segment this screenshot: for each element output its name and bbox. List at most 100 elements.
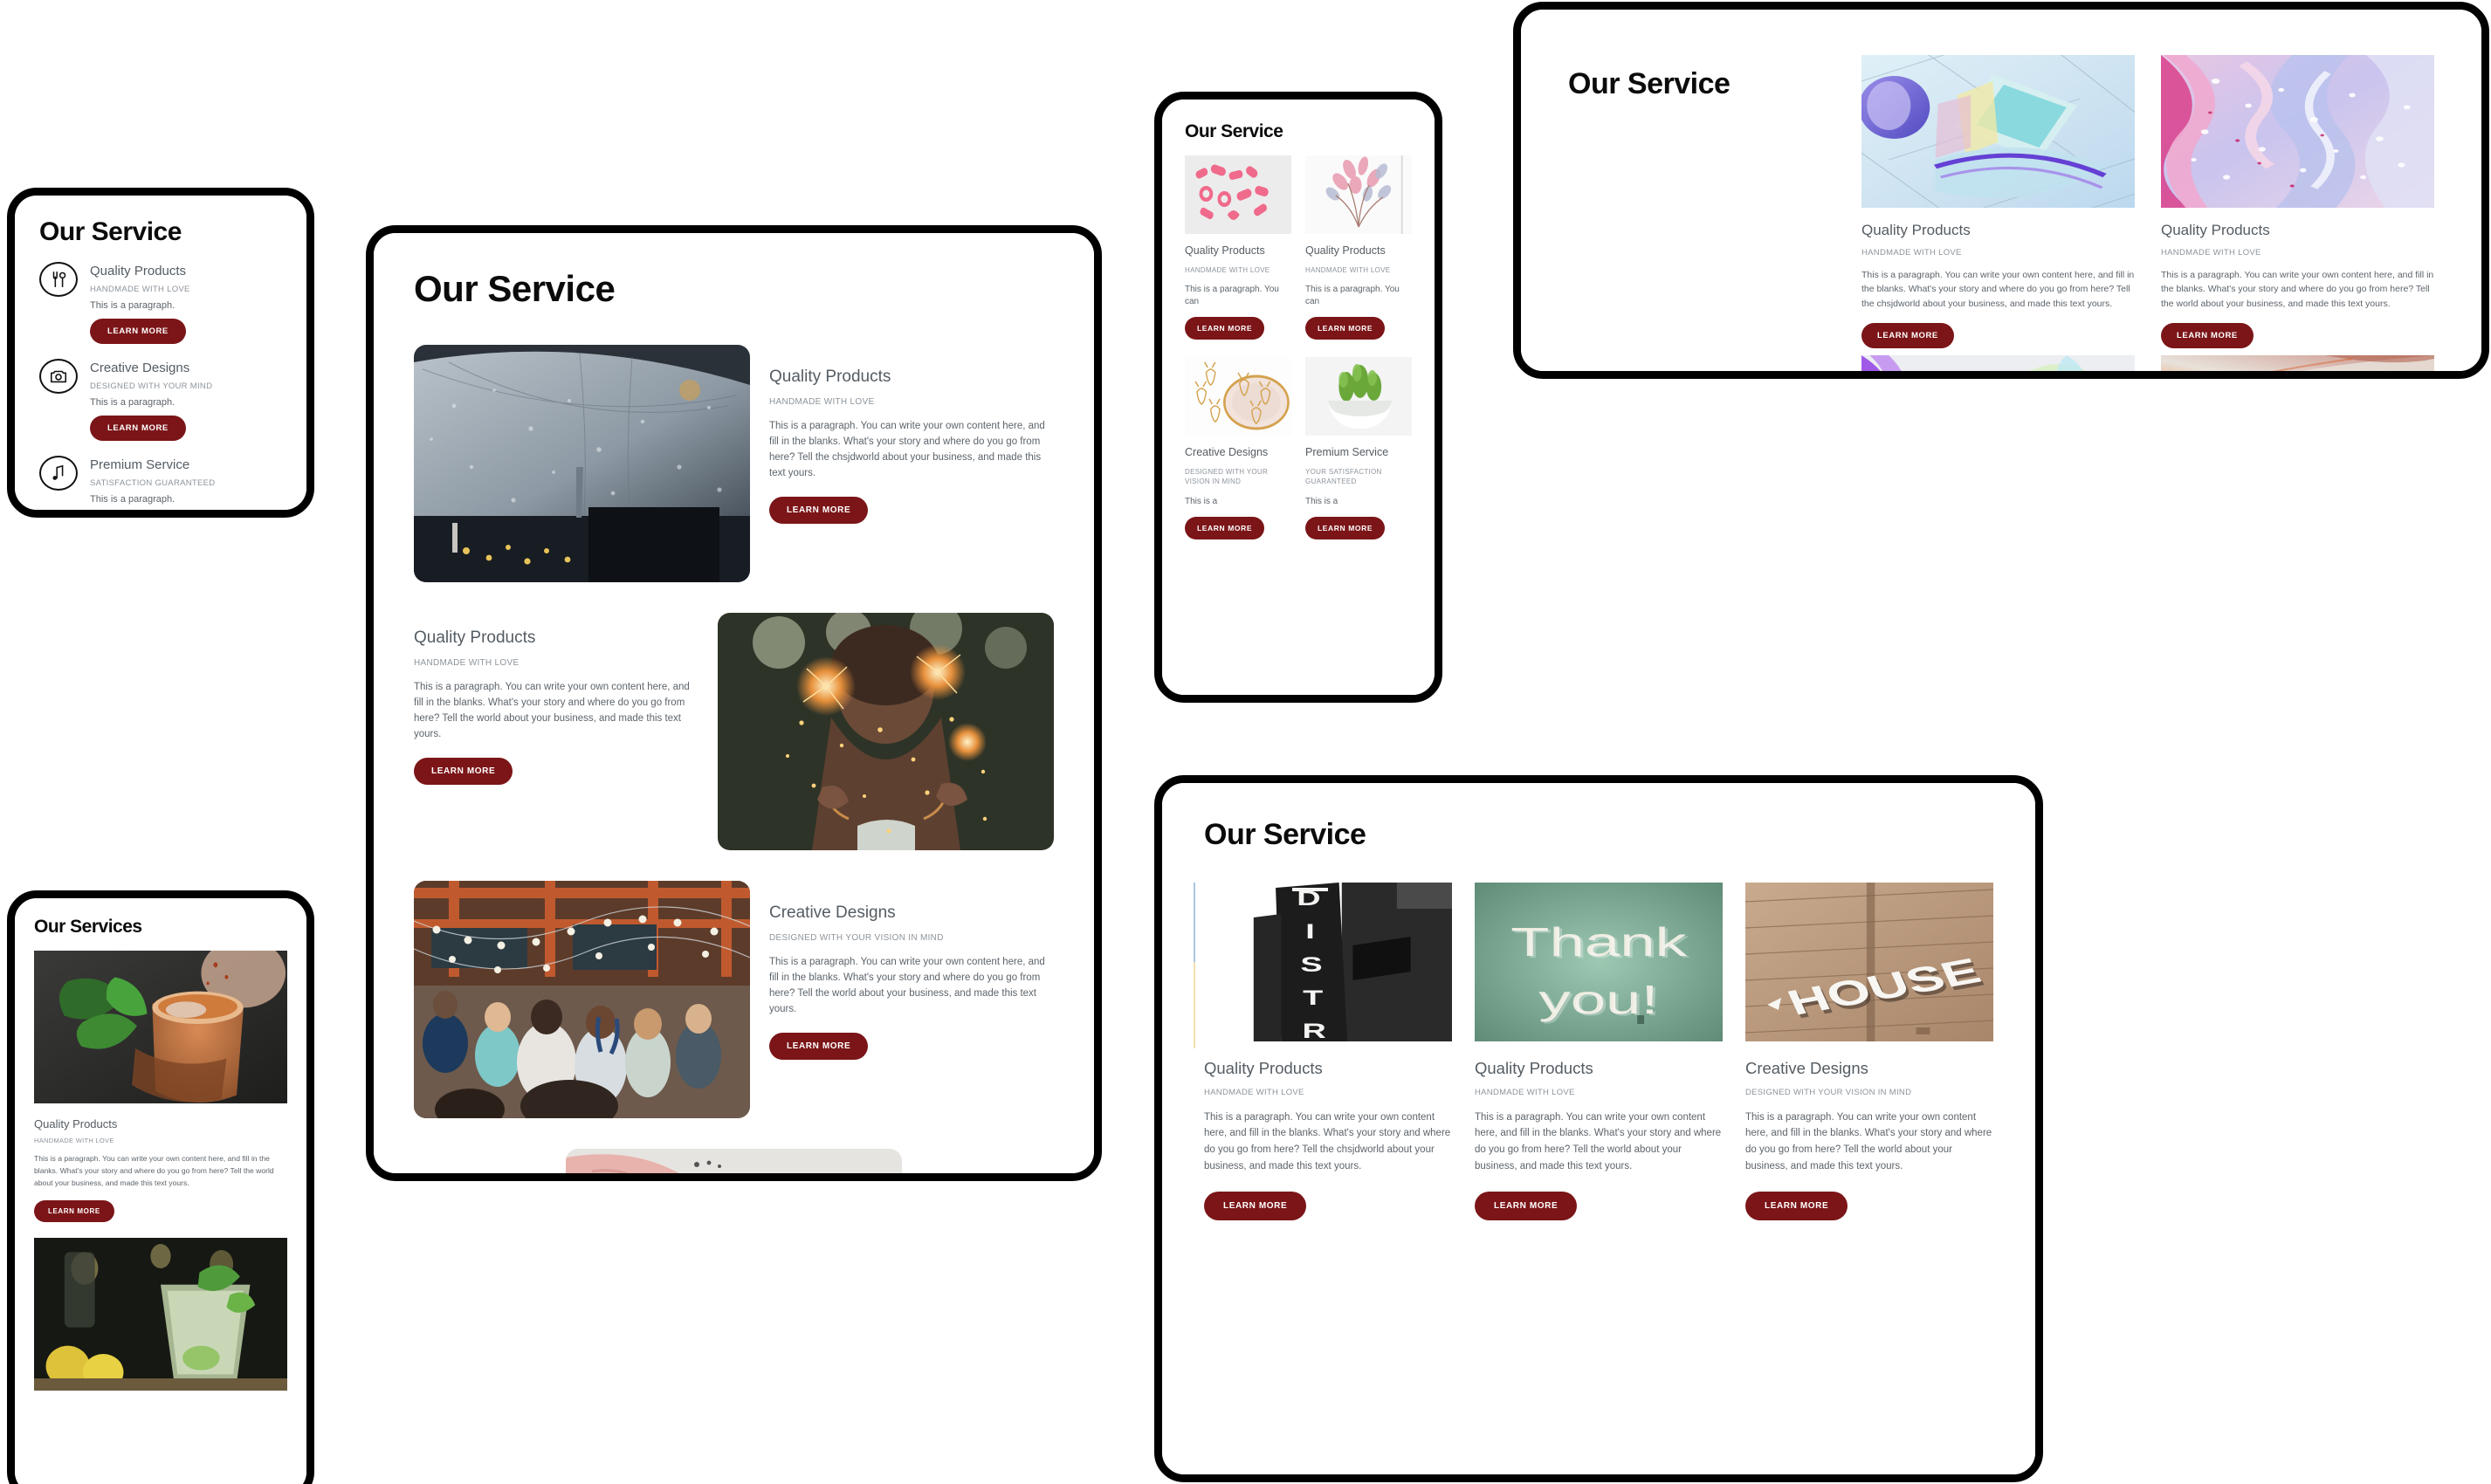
item-heading: Quality Products [34, 1117, 118, 1131]
list-item: Quality Products HANDMADE WITH LOVE This… [34, 1103, 287, 1222]
item-body: This is a [1305, 496, 1338, 506]
learn-more-button[interactable]: LEARN MORE [769, 1033, 869, 1061]
item-subtitle: HANDMADE WITH LOVE [1475, 1087, 1575, 1097]
mojito-lime-glass-photo [34, 1237, 287, 1391]
grid-item: Quality Products HANDMADE WITH LOVE This… [1305, 155, 1412, 340]
item-body: This is a paragraph. You can write your … [1475, 1111, 1722, 1171]
copper-mug-mint-cocktail-photo [34, 951, 287, 1104]
item-subtitle: HANDMADE WITH LOVE [1185, 265, 1270, 274]
item-heading: Premium Service [1305, 446, 1389, 459]
item-subtitle: HANDMADE WITH LOVE [1305, 265, 1391, 274]
list-item: Premium Service SATISFACTION GUARANTEED … [39, 455, 282, 511]
feature-row: Creative Designs DESIGNED WITH YOUR VISI… [414, 881, 1054, 1119]
item-heading: Creative Designs [1745, 1058, 1868, 1077]
item-body: This is a paragraph. You can write your … [34, 1154, 274, 1188]
item-subtitle: HANDMADE WITH LOVE [1861, 248, 1962, 258]
item-body: This is a paragraph. [90, 299, 175, 311]
page-title: Our Service [1568, 67, 1731, 100]
item-subtitle: HANDMADE WITH LOVE [1204, 1087, 1304, 1097]
learn-more-button[interactable]: LEARN MORE [1305, 516, 1386, 539]
learn-more-button[interactable]: LEARN MORE [1185, 516, 1265, 539]
learn-more-button[interactable]: LEARN MORE [1305, 317, 1386, 340]
purple-white-abstract-photo [1861, 354, 2135, 371]
pink-marble-swirl-photo [2161, 55, 2434, 208]
item-heading: Quality Products [1204, 1058, 1323, 1077]
svg-text:T: T [1303, 986, 1324, 1009]
mobile-icon-list-card: Our Service Quality Products HANDMADE WI… [7, 188, 314, 518]
thank-you-neon-sign-photo: Thank you! Thank you! [1475, 882, 1723, 1041]
item-heading: Quality Products [1475, 1058, 1593, 1077]
item-subtitle: DESIGNED WITH YOUR MIND [90, 381, 213, 391]
item-heading: Creative Designs [1185, 446, 1269, 459]
item-heading: Quality Products [769, 368, 891, 387]
item-subtitle: YOUR SATISFACTION GUARANTEED [1305, 468, 1382, 485]
camera-icon [39, 358, 78, 394]
learn-more-button[interactable]: LEARN MORE [414, 758, 513, 786]
learn-more-button[interactable]: LEARN MORE [1745, 1192, 1848, 1221]
item-heading: Creative Designs [90, 360, 190, 375]
learn-more-button[interactable]: LEARN MORE [34, 1199, 114, 1222]
item-subtitle: HANDMADE WITH LOVE [34, 1137, 114, 1145]
learn-more-button[interactable]: LEARN MORE [90, 318, 186, 344]
grid-item: Creative Designs DESIGNED WITH YOUR VISI… [1185, 357, 1291, 539]
learn-more-button[interactable]: LEARN MORE [90, 415, 186, 441]
gold-pineapple-clips-photo [1185, 357, 1291, 436]
item-body: This is a paragraph. You can write your … [769, 957, 1045, 1014]
svg-text:I: I [1305, 919, 1315, 943]
iridescent-glass-prism-photo [1861, 55, 2135, 208]
item-body: This is a paragraph. You can write your … [2161, 270, 2434, 309]
item-body: This is a paragraph. You can write your … [1861, 270, 2135, 309]
learn-more-button[interactable]: LEARN MORE [1475, 1192, 1578, 1221]
item-body: This is a paragraph. [90, 493, 175, 505]
item-subtitle: SATISFACTION GUARANTEED [90, 477, 216, 488]
learn-more-button[interactable]: LEARN MORE [1185, 317, 1265, 340]
page-title: Our Service [1185, 121, 1283, 141]
grid-item: Thank you! Thank you! Quality Products H… [1475, 882, 1723, 1221]
desktop-two-column-card: Our Service Quality Products HANDMADE WI… [1513, 2, 2489, 379]
item-heading: Quality Products [2161, 222, 2270, 238]
grid-item: DI STR Quality Products HANDMADE WITH LO… [1204, 882, 1452, 1221]
pink-hand-photo [566, 1149, 902, 1173]
item-body: This is a paragraph. You can write your … [1745, 1111, 1992, 1171]
dried-pink-flowers-photo [1305, 155, 1412, 235]
learn-more-button[interactable]: LEARN MORE [1204, 1192, 1307, 1221]
grid-item: HOUSE HOUSE HOUSE Creative Designs DESIG… [1745, 882, 1993, 1221]
list-item: Quality Products HANDMADE WITH LOVE This… [39, 261, 282, 344]
grid-item: Quality Products HANDMADE WITH LOVE This… [1185, 155, 1291, 340]
item-heading: Quality Products [414, 629, 536, 648]
mobile-two-column-grid-card: Our Service Quality Products HANDMADE WI… [1154, 92, 1442, 703]
learn-more-button[interactable]: LEARN MORE [2161, 322, 2254, 348]
svg-text:S: S [1300, 952, 1322, 976]
mobile-photo-list-card: Our Services Quality Products HANDMADE W… [7, 890, 314, 1484]
feature-row: Quality Products HANDMADE WITH LOVE This… [414, 345, 1054, 583]
item-body: This is a paragraph. You can write your … [414, 682, 690, 739]
item-body: This is a paragraph. You can write your … [769, 421, 1045, 478]
page-title: Our Service [39, 217, 182, 246]
item-body: This is a paragraph. [90, 396, 175, 408]
list-item: Creative Designs DESIGNED WITH YOUR MIND… [39, 358, 282, 441]
item-heading: Quality Products [1861, 222, 1971, 238]
item-heading: Creative Designs [769, 903, 896, 923]
item-heading: Quality Products [1185, 244, 1265, 258]
pink-letters-photo [1185, 155, 1291, 235]
screenshot-stage: Our Service Quality Products HANDMADE WI… [0, 0, 2491, 1484]
grid-item: Premium Service YOUR SATISFACTION GUARAN… [1305, 357, 1412, 539]
item-subtitle: DESIGNED WITH YOUR VISION IN MIND [1185, 468, 1269, 485]
learn-more-button[interactable]: LEARN MORE [1861, 322, 1954, 348]
learn-more-button[interactable]: LEARN MORE [769, 497, 869, 525]
grid-item: Quality Products HANDMADE WITH LOVE This… [1861, 55, 2135, 371]
item-subtitle: HANDMADE WITH LOVE [90, 284, 190, 294]
item-body: This is a paragraph. You can [1305, 285, 1400, 307]
item-subtitle: HANDMADE WITH LOVE [769, 397, 875, 408]
cutlery-icon [39, 261, 78, 297]
item-subtitle: DESIGNED WITH YOUR VISION IN MIND [1745, 1087, 1912, 1097]
svg-text:R: R [1303, 1019, 1326, 1041]
item-heading: Quality Products [1305, 244, 1386, 258]
outdoor-party-string-lights-photo [414, 881, 750, 1119]
orange-gradient-abstract-photo [2161, 354, 2434, 371]
item-heading: Premium Service [90, 457, 190, 472]
desktop-three-column-card: Our Service DI STR Quality Products HAND… [1154, 775, 2043, 1482]
item-heading: Quality Products [90, 263, 187, 278]
page-title: Our Service [1204, 818, 1366, 851]
music-note-icon [39, 455, 78, 491]
